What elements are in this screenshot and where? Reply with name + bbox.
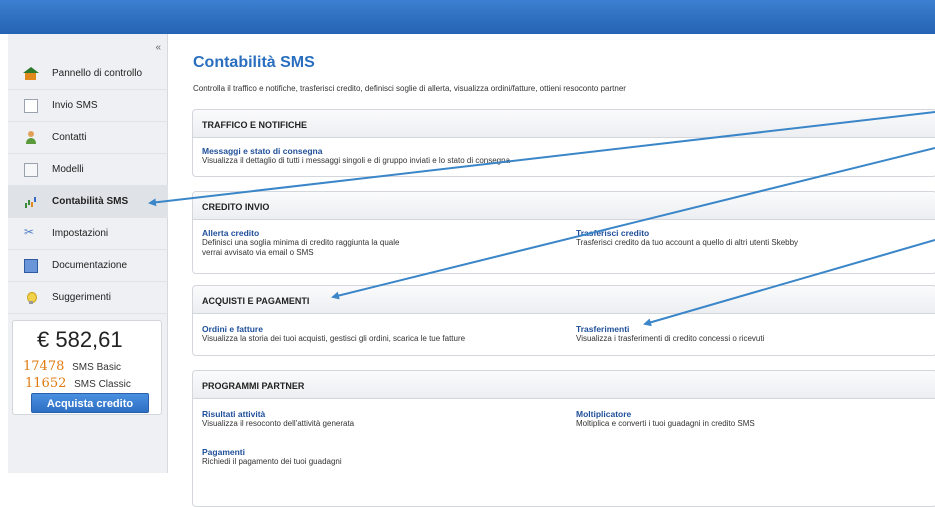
sidebar-nav: Pannello di controllo Invio SMS Contatti… [8,58,168,314]
sidebar-item-label: Contabilità SMS [52,196,129,207]
template-icon [24,162,38,177]
section-traffico: TRAFFICO E NOTIFICHE Messaggi e stato di… [192,109,935,177]
link-ordini-fatture[interactable]: Ordini e fatture [202,324,572,334]
chart-icon [24,195,38,209]
link-messaggi[interactable]: Messaggi e stato di consegna [202,146,722,156]
sidebar-item-label: Invio SMS [52,100,98,111]
home-icon [23,66,39,81]
sms-classic-credit: 11652 SMS Classic [25,376,131,391]
credit-panel: € 582,61 17478 SMS Basic 11652 SMS Class… [12,320,162,415]
sms-basic-label: SMS Basic [72,362,122,373]
sidebar-item-invio-sms[interactable]: Invio SMS [8,90,168,122]
link-pagamenti[interactable]: Pagamenti [202,447,572,457]
document-icon [24,98,38,113]
link-block: Risultati attività Visualizza il resocon… [202,409,572,429]
link-block: Messaggi e stato di consegna Visualizza … [202,146,722,166]
section-programmi-partner: PROGRAMMI PARTNER Risultati attività Vis… [192,370,935,507]
link-trasferimenti[interactable]: Trasferimenti [576,324,916,334]
sidebar-item-contatti[interactable]: Contatti [8,122,168,154]
link-description: Moltiplica e converti i tuoi guadagni in… [576,419,755,428]
section-credito-invio: CREDITO INVIO Allerta credito Definisci … [192,191,935,274]
link-block: Pagamenti Richiedi il pagamento dei tuoi… [202,447,572,467]
section-header: CREDITO INVIO [193,192,935,220]
page-subtitle: Controlla il traffico e notifiche, trasf… [193,84,626,93]
sidebar-item-contabilita-sms[interactable]: Contabilità SMS [8,186,168,218]
sidebar-item-label: Contatti [52,132,87,143]
user-icon [24,130,38,145]
link-risultati-attivita[interactable]: Risultati attività [202,409,572,419]
sidebar-item-documentazione[interactable]: Documentazione [8,250,168,282]
link-block: Trasferisci credito Trasferisci credito … [576,228,916,248]
link-description: Visualizza il resoconto dell'attività ge… [202,419,355,428]
sidebar-item-label: Impostazioni [52,228,109,239]
sidebar-item-label: Pannello di controllo [52,68,143,79]
buy-credit-button[interactable]: Acquista credito [31,393,149,413]
section-header: PROGRAMMI PARTNER [193,371,935,399]
link-block: Trasferimenti Visualizza i trasferimenti… [576,324,916,344]
link-description: Visualizza la storia dei tuoi acquisti, … [202,334,466,343]
link-description: Visualizza il dettaglio di tutti i messa… [202,156,511,165]
link-trasferisci-credito[interactable]: Trasferisci credito [576,228,916,238]
lightbulb-icon [24,291,38,305]
sidebar-item-impostazioni[interactable]: Impostazioni [8,218,168,250]
link-description: Trasferisci credito da tuo account a que… [576,238,799,247]
credit-amount: € 582,61 [37,327,123,352]
link-block: Allerta credito Definisci una soglia min… [202,228,407,258]
sms-basic-credit: 17478 SMS Basic [23,359,121,374]
sidebar-item-label: Documentazione [52,260,128,271]
link-block: Moltiplicatore Moltiplica e converti i t… [576,409,916,429]
link-description: Visualizza i trasferimenti di credito co… [576,334,765,343]
sidebar-item-label: Suggerimenti [52,292,111,303]
sidebar-item-label: Modelli [52,164,84,175]
sms-classic-label: SMS Classic [74,379,131,390]
sms-basic-count: 17478 [23,359,65,374]
link-allerta-credito[interactable]: Allerta credito [202,228,407,238]
sidebar: « Pannello di controllo Invio SMS Contat… [8,34,168,473]
link-description: Definisci una soglia minima di credito r… [202,238,400,257]
sidebar-item-suggerimenti[interactable]: Suggerimenti [8,282,168,314]
section-header: ACQUISTI E PAGAMENTI [193,286,935,314]
sidebar-item-pannello[interactable]: Pannello di controllo [8,58,168,90]
link-description: Richiedi il pagamento dei tuoi guadagni [202,457,342,466]
sms-classic-count: 11652 [25,376,67,391]
sidebar-item-modelli[interactable]: Modelli [8,154,168,186]
link-block: Ordini e fatture Visualizza la storia de… [202,324,572,344]
book-icon [24,258,38,273]
section-header: TRAFFICO E NOTIFICHE [193,110,935,138]
top-bar [0,0,935,34]
section-acquisti-pagamenti: ACQUISTI E PAGAMENTI Ordini e fatture Vi… [192,285,935,356]
page-title: Contabilità SMS [193,54,315,71]
tools-icon [24,225,38,241]
link-moltiplicatore[interactable]: Moltiplicatore [576,409,916,419]
collapse-sidebar-icon[interactable]: « [155,42,161,53]
